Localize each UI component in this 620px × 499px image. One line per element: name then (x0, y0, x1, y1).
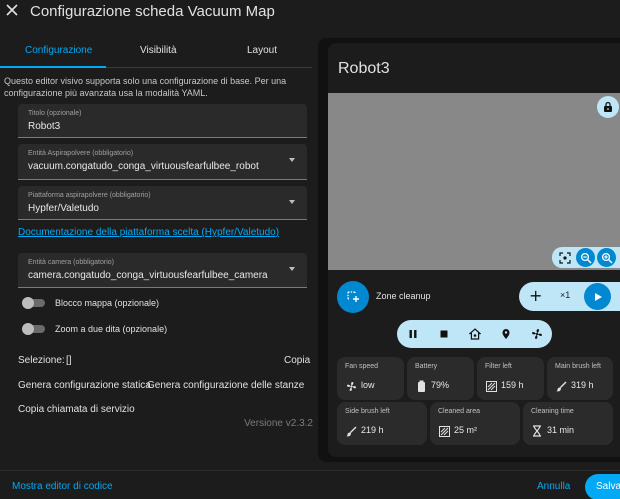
footer-divider (0, 470, 620, 471)
close-icon[interactable] (4, 2, 20, 18)
title-field-label: Titolo (opzionale) (28, 110, 82, 117)
generate-static-config-button[interactable]: Genera configurazione statica (18, 380, 151, 391)
entity-select-value: vacuum.congatudo_conga_virtuousfearfulbe… (28, 161, 259, 172)
title-field[interactable]: Titolo (opzionale) Robot3 (18, 104, 307, 138)
tab-configurazione[interactable]: Configurazione (25, 45, 92, 56)
map-area[interactable] (328, 93, 620, 270)
battery-tile[interactable]: Battery 79% (407, 357, 474, 400)
camera-select-value: camera.congatudo_conga_virtuousfearfulbe… (28, 270, 268, 281)
side-brush-icon (345, 425, 357, 437)
toggle-thumb (22, 297, 34, 309)
toggle-thumb (22, 323, 34, 335)
zoom-out-icon[interactable] (576, 248, 595, 267)
focus-icon[interactable] (555, 248, 574, 267)
two-finger-zoom-toggle[interactable] (22, 323, 48, 335)
fan-speed-icon[interactable] (528, 325, 546, 343)
stop-icon[interactable] (435, 325, 453, 343)
main-brush-tile[interactable]: Main brush left 319 h (547, 357, 613, 400)
tile-value: 159 h (501, 380, 524, 390)
lock-icon[interactable] (597, 96, 619, 118)
mode-label: Zone cleanup (376, 291, 431, 301)
tile-label: Filter left (485, 363, 512, 370)
zone-selection-icon[interactable] (337, 281, 369, 313)
play-icon[interactable] (584, 283, 611, 310)
save-button[interactable]: Salva (585, 474, 620, 499)
battery-icon (415, 380, 427, 392)
side-brush-tile[interactable]: Side brush left 219 h (337, 402, 427, 445)
tile-value: low (361, 380, 375, 390)
fan-speed-tile[interactable]: Fan speed low (337, 357, 404, 400)
card-title: Robot3 (338, 60, 390, 77)
tile-value: 219 h (361, 425, 384, 435)
tile-value: 319 h (571, 380, 594, 390)
repeats-control: + ×1 (519, 282, 620, 311)
platform-select-label: Piattaforma aspirapolvere (obbligatorio) (28, 192, 151, 199)
camera-select-label: Entità camera (obbligatorio) (28, 259, 114, 266)
platform-select[interactable]: Piattaforma aspirapolvere (obbligatorio)… (18, 186, 307, 220)
pause-icon[interactable] (404, 325, 422, 343)
area-icon (438, 425, 450, 437)
camera-select[interactable]: Entità camera (obbligatorio) camera.cong… (18, 253, 307, 288)
dialog-header: Configurazione scheda Vacuum Map (0, 0, 620, 24)
tab-layout[interactable]: Layout (247, 45, 277, 56)
selection-value: [] (66, 355, 72, 366)
title-field-value: Robot3 (28, 121, 61, 132)
repeats-value: ×1 (560, 290, 571, 300)
platform-select-value: Hypfer/Valetudo (28, 203, 99, 214)
zoom-in-icon[interactable] (597, 248, 616, 267)
copy-service-call-button[interactable]: Copia chiamata di servizio (18, 404, 135, 415)
tile-label: Cleaned area (438, 408, 481, 415)
documentation-link[interactable]: Documentazione della piattaforma scelta … (18, 227, 279, 238)
tile-label: Cleaning time (531, 408, 574, 415)
timer-icon (531, 425, 543, 437)
plus-icon[interactable]: + (529, 286, 542, 305)
brush-icon (555, 380, 567, 392)
map-lock-label: Blocco mappa (opzionale) (55, 298, 160, 308)
copy-selection-button[interactable]: Copia (284, 355, 310, 366)
chevron-down-icon (289, 267, 295, 271)
tile-label: Side brush left (345, 408, 390, 415)
dialog-title: Configurazione scheda Vacuum Map (30, 3, 275, 20)
version-label: Versione v2.3.2 (244, 418, 313, 429)
two-finger-zoom-label: Zoom a due dita (opzionale) (55, 324, 168, 334)
vacuum-controls (397, 320, 552, 348)
generate-rooms-config-button[interactable]: Genera configurazione delle stanze (147, 380, 304, 391)
zoom-controls (552, 247, 620, 268)
tile-label: Main brush left (555, 363, 601, 370)
locate-icon[interactable] (497, 325, 515, 343)
entity-select[interactable]: Entità Aspirapolvere (obbligatorio) vacu… (18, 144, 307, 180)
editor-info: Questo editor visivo supporta solo una c… (4, 76, 287, 98)
cleaning-time-tile[interactable]: Cleaning time 31 min (523, 402, 613, 445)
cancel-button[interactable]: Annulla (537, 481, 570, 492)
map-lock-toggle[interactable] (22, 297, 48, 309)
tile-value: 25 m² (454, 425, 478, 435)
tab-visibilita[interactable]: Visibilità (140, 45, 177, 56)
tile-value: 79% (431, 380, 450, 390)
chevron-down-icon (289, 200, 295, 204)
tile-label: Battery (415, 363, 438, 370)
show-code-editor-button[interactable]: Mostra editor di codice (12, 481, 113, 492)
filter-icon (485, 380, 497, 392)
home-icon[interactable] (466, 325, 484, 343)
fan-icon (345, 380, 357, 392)
active-tab-indicator (0, 66, 106, 68)
cleaned-area-tile[interactable]: Cleaned area 25 m² (430, 402, 520, 445)
chevron-down-icon (289, 158, 295, 162)
entity-select-label: Entità Aspirapolvere (obbligatorio) (28, 150, 134, 157)
tile-value: 31 min (547, 425, 575, 435)
filter-tile[interactable]: Filter left 159 h (477, 357, 544, 400)
tile-label: Fan speed (345, 363, 379, 370)
selection-label: Selezione: (18, 355, 65, 366)
